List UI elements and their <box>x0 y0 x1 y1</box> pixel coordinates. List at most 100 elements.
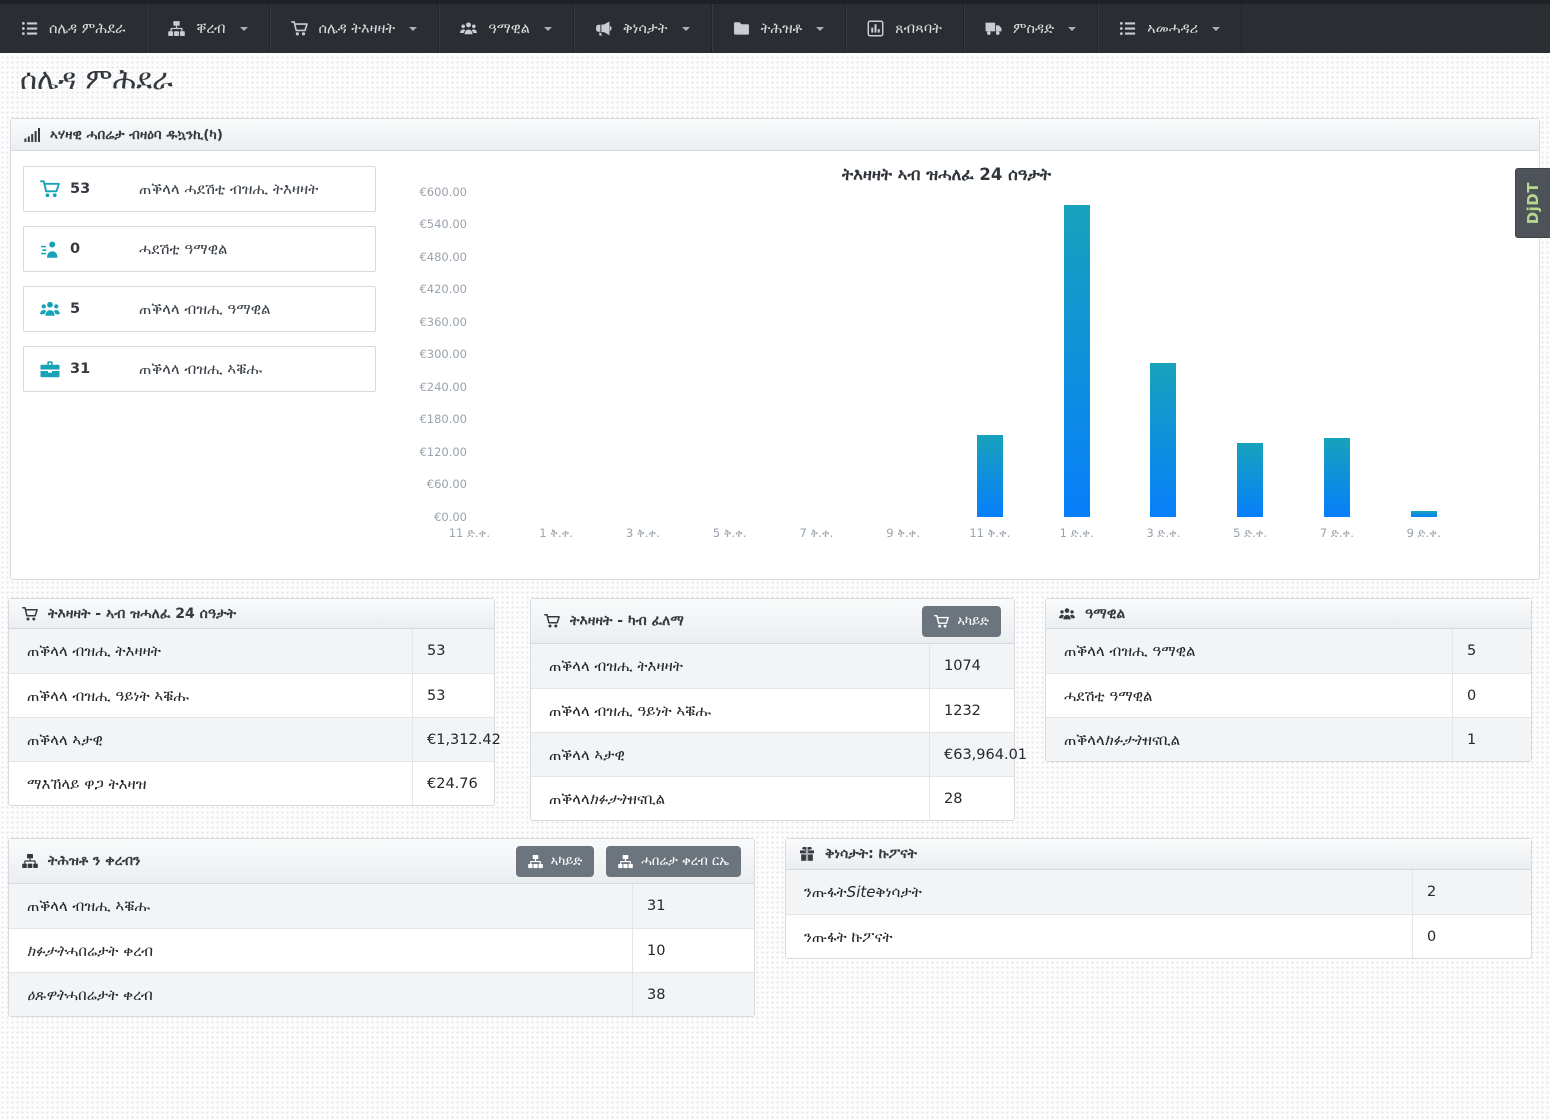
row-value: €63,964.01 <box>929 733 1014 776</box>
row-label: ዕጹዋት ሓበሬታት ቀረብ <box>9 973 632 1016</box>
table-row: ንጡፋት Site ቅነሳታት2 <box>786 870 1531 914</box>
table-row: ጠቕላላ ብዝሒ ኣቑሑ31 <box>9 884 754 928</box>
nav-item-label: ሰሌዳ ምሕደራ <box>49 21 125 37</box>
nav-item-label: ቐረብ <box>196 21 225 37</box>
row-label: ሓደሽቲ ዓማዊል <box>1046 674 1452 717</box>
stat-label: ጠቕላላ ብዝሒ ዓማዊል <box>139 300 271 318</box>
row-value: 1 <box>1452 718 1531 761</box>
chevron-down-icon <box>816 27 824 31</box>
chart-title: ትእዛዛት ኣብ ዝሓለፈ 24 ሰዓታት <box>426 165 1467 185</box>
chart-column: 1 ቅ.ቀ. <box>513 192 600 517</box>
discounts-coupons-header: ቅነሳታት: ኩፖናት <box>786 839 1531 870</box>
sitemap-icon <box>528 854 543 869</box>
folder-icon <box>733 20 750 37</box>
users-icon <box>460 20 477 37</box>
chart-column: 9 ቅ.ቀ. <box>860 192 947 517</box>
row-value: 10 <box>632 929 754 972</box>
chevron-down-icon <box>1212 27 1220 31</box>
nav-item-6[interactable]: ትሕዝቶ <box>712 4 847 53</box>
bullhorn-icon <box>595 20 612 37</box>
users-icon <box>1059 606 1075 622</box>
row-label: ጠቕላላ ብዝሒ ዓይነት ኣቑሑ <box>531 689 929 732</box>
gift-icon <box>799 846 815 862</box>
stat-value: 31 <box>70 361 90 377</box>
store-overview-title: ኣሃዛዊ ሓበሬታ ብዛዕባ ዱኳንኪ(ካ) <box>50 127 223 143</box>
nav-item-4[interactable]: ዓማዊል <box>439 4 574 53</box>
row-label: ጠቕላላ ክፉታት ዘናቢል <box>1046 718 1452 761</box>
customers-table: ዓማዊል ጠቕላላ ብዝሒ ዓማዊል5ሓደሽቲ ዓማዊል0ጠቕላላ ክፉታት ዘ… <box>1045 598 1532 762</box>
row-label: ንጡፋት Site ቅነሳታት <box>786 870 1412 914</box>
djdt-label: DjDT <box>1524 182 1542 224</box>
chart-bar <box>1237 443 1263 517</box>
x-tick-label: 9 ድ.ቀ. <box>1372 526 1476 541</box>
cart-icon <box>544 613 560 629</box>
view-orders-button[interactable]: ኣካይድ <box>922 606 1001 637</box>
row-label: ክፉታት ሓበሬታት ቀረብ <box>9 929 632 972</box>
chevron-down-icon <box>409 27 417 31</box>
table-row: ሓደሽቲ ዓማዊል0 <box>1046 673 1531 717</box>
chart-bar <box>1064 205 1090 517</box>
orders-all-time-header: ትእዛዛት - ካብ ፈለማ ኣካይድ <box>531 599 1014 644</box>
stat-tile-1: 53ጠቕላላ ሓደሽቲ ብዝሒ ትእዛዛት <box>23 166 376 212</box>
store-overview-panel: ኣሃዛዊ ሓበሬታ ብዛዕባ ዱኳንኪ(ካ) 53ጠቕላላ ሓደሽቲ ብዝሒ ት… <box>10 118 1540 580</box>
sitemap-icon <box>168 20 185 37</box>
store-overview-header: ኣሃዛዊ ሓበሬታ ብዛዕባ ዱኳንኪ(ካ) <box>11 119 1539 151</box>
stat-label: ጠቕላላ ብዝሒ ኣቑሑ <box>139 360 262 378</box>
chart-column: 5 ድ.ቀ. <box>1207 192 1294 517</box>
chart-column: 11 ቅ.ቀ. <box>947 192 1034 517</box>
chevron-down-icon <box>1068 27 1076 31</box>
row-label: ጠቕላላ ኣታዊ <box>9 718 412 761</box>
orders-24h-title: ትእዛዛት - ኣብ ዝሓለፈ 24 ሰዓታት <box>48 606 236 622</box>
nav-item-5[interactable]: ቅነሳታት <box>574 4 712 53</box>
row-label: ጠቕላላ ኣታዊ <box>531 733 929 776</box>
orders-all-time-table: ትእዛዛት - ካብ ፈለማ ኣካይድ ጠቕላላ ብዝሒ ትእዛዛት1074ጠቕ… <box>530 598 1015 821</box>
nav-item-1[interactable]: ሰሌዳ ምሕደራ <box>0 4 147 53</box>
row-value: 0 <box>1452 674 1531 717</box>
row-label: ጠቕላላ ክፉታት ዘናቢል <box>531 777 929 820</box>
row-value: 53 <box>412 674 494 717</box>
stat-tile-3: 5ጠቕላላ ብዝሒ ዓማዊል <box>23 286 376 332</box>
nav-item-2[interactable]: ቐረብ <box>147 4 269 53</box>
nav-item-label: ዓማዊል <box>488 21 530 37</box>
page-title: ሰሌዳ ምሕደራ <box>20 62 173 97</box>
orders-all-time-title: ትእዛዛት - ካብ ፈለማ <box>570 613 684 629</box>
orders-bar-chart: 11 ድ.ቀ.1 ቅ.ቀ.3 ቅ.ቀ.5 ቅ.ቀ.7 ቅ.ቀ.9 ቅ.ቀ.11 … <box>426 192 1467 517</box>
nav-item-8[interactable]: ምስዳድ <box>964 4 1098 53</box>
view-supply-info-button[interactable]: ሓበሬታ ቀረብ ርኤ <box>606 846 741 877</box>
cart-icon <box>22 606 38 622</box>
chart-bar <box>1324 438 1350 517</box>
row-value: 1074 <box>929 644 1014 688</box>
row-value: 53 <box>412 629 494 673</box>
nav-item-label: ጸብጻባት <box>895 21 942 37</box>
chart-column: 5 ቅ.ቀ. <box>686 192 773 517</box>
cart-icon <box>40 179 60 199</box>
django-debug-toolbar-handle[interactable]: DjDT <box>1515 168 1550 238</box>
view-content-button[interactable]: ኣካይድ <box>516 846 595 877</box>
table-row: ጠቕላላ ክፉታት ዘናቢል1 <box>1046 717 1531 761</box>
chart-column: 3 ቅ.ቀ. <box>600 192 687 517</box>
table-row: ጠቕላላ ኣታዊ€63,964.01 <box>531 732 1014 776</box>
users-icon <box>40 299 60 319</box>
nav-item-label: ምስዳድ <box>1013 21 1054 37</box>
chart-column: 7 ቅ.ቀ. <box>773 192 860 517</box>
nav-item-3[interactable]: ሰሌዳ ትእዛዛት <box>270 4 440 53</box>
table-row: ንጡፋት ኩፖናት0 <box>786 914 1531 958</box>
table-row: ጠቕላላ ብዝሒ ዓይነት ኣቑሑ1232 <box>531 688 1014 732</box>
row-value: 5 <box>1452 629 1531 673</box>
content-supply-header: ትሕዝቶ ን ቀረብን ኣካይድ ሓበሬታ ቀረብ ርኤ <box>9 839 754 884</box>
row-label: ማእኸላይ ዋጋ ትእዛዝ <box>9 762 412 805</box>
nav-item-label: ትሕዝቶ <box>761 21 803 37</box>
nav-item-9[interactable]: ኣመሓዳሪ <box>1098 4 1242 53</box>
nav-item-7[interactable]: ጸብጻባት <box>846 4 964 53</box>
cart-icon <box>934 614 949 629</box>
list-icon <box>1119 20 1136 37</box>
row-label: ጠቕላላ ብዝሒ ኣቑሑ <box>9 884 632 928</box>
discounts-coupons-table: ቅነሳታት: ኩፖናት ንጡፋት Site ቅነሳታት2ንጡፋት ኩፖናት0 <box>785 838 1532 959</box>
table-row: ጠቕላላ ብዝሒ ትእዛዛት53 <box>9 629 494 673</box>
chart-column: 1 ድ.ቀ. <box>1033 192 1120 517</box>
table-row: ክፉታት ሓበሬታት ቀረብ10 <box>9 928 754 972</box>
customers-header: ዓማዊል <box>1046 599 1531 629</box>
stat-value: 53 <box>70 181 90 197</box>
sitemap-icon <box>22 853 38 869</box>
row-value: €1,312.42 <box>412 718 494 761</box>
